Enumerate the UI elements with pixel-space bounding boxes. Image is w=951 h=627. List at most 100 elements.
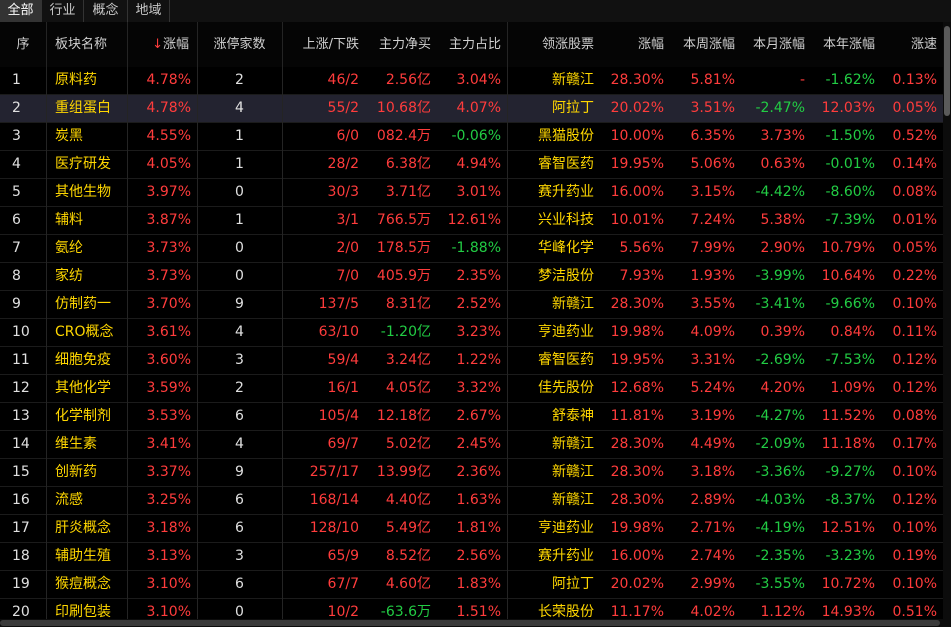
cell-week-change: 1.93% [690,268,735,284]
horizontal-scrollbar[interactable] [0,619,943,627]
table-row[interactable]: 4 医疗研发 4.05% 1 28/2 6.38亿 4.94% 睿智医药 19.95% 5.06%… [0,151,943,179]
cell-net-buy: 8.31亿 [385,296,431,312]
cell-leader-change: 16.00% [610,184,664,200]
table-row[interactable]: 19 猴痘概念 3.10% 6 67/7 4.60亿 1.83% 阿拉丁 20.02% 2.99%… [0,571,943,599]
header-main-share[interactable]: 主力占比 [437,22,507,67]
cell-speed: 0.52% [892,128,937,144]
cell-index: 7 [12,240,21,256]
cell-limit-up: 2 [235,72,244,88]
table-row[interactable]: 17 肝炎概念 3.18% 6 128/10 5.49亿 1.81% 亨迪药业 19.98% 2.… [0,515,943,543]
header-leader-change[interactable]: 涨幅 [600,22,670,67]
cell-index: 3 [12,128,21,144]
cell-leader-change: 28.30% [610,492,664,508]
table-row[interactable]: 2 重组蛋白 4.78% 4 55/2 10.68亿 4.07% 阿拉丁 20.02% 3.51%… [0,95,943,123]
cell-net-buy: 2.56亿 [385,72,431,88]
cell-change-pct: 3.59% [146,380,191,396]
horizontal-scrollbar-thumb[interactable] [0,620,940,626]
cell-leading-stock: 舒泰神 [552,408,594,424]
cell-up-down: 7/0 [336,268,359,284]
cell-leading-stock: 佳先股份 [538,380,594,396]
cell-net-buy: 178.5万 [376,240,431,256]
cell-speed: 0.12% [892,380,937,396]
cell-leader-change: 12.68% [610,380,664,396]
header-week-change[interactable]: 本周涨幅 [670,22,741,67]
header-index[interactable]: 序 [0,22,46,67]
cell-week-change: 7.99% [690,240,735,256]
cell-sector-name: CRO概念 [55,324,114,340]
cell-speed: 0.22% [892,268,937,284]
table-row[interactable]: 7 氨纶 3.73% 0 2/0 178.5万 -1.88% 华峰化学 5.56% 7.99% 2.… [0,235,943,263]
table-row[interactable]: 13 化学制剂 3.53% 6 105/4 12.18亿 2.67% 舒泰神 11.81% 3.1… [0,403,943,431]
cell-index: 14 [12,436,30,452]
cell-year-change: 10.79% [821,240,875,256]
table-row[interactable]: 8 家纺 3.73% 0 7/0 405.9万 2.35% 梦洁股份 7.93% 1.93% -3.… [0,263,943,291]
header-main-net-buy[interactable]: 主力净买 [365,22,437,67]
table-row[interactable]: 18 辅助生殖 3.13% 3 65/9 8.52亿 2.56% 赛升药业 16.00% 2.74… [0,543,943,571]
scrollbar-thumb[interactable] [944,26,950,116]
cell-limit-up: 1 [235,156,244,172]
header-change-pct[interactable]: ↓涨幅 [127,22,197,67]
tab-1[interactable]: 行业 [42,0,84,22]
table-row[interactable]: 15 创新药 3.37% 9 257/17 13.99亿 2.36% 新赣江 28.30% 3.1… [0,459,943,487]
cell-net-buy: 3.24亿 [385,352,431,368]
table-row[interactable]: 16 流感 3.25% 6 168/14 4.40亿 1.63% 新赣江 28.30% 2.89%… [0,487,943,515]
cell-limit-up: 2 [235,380,244,396]
cell-week-change: 4.09% [690,324,735,340]
header-leading-stock[interactable]: 领涨股票 [507,22,600,67]
table-row[interactable]: 6 辅料 3.87% 1 3/1 766.5万 12.61% 兴业科技 10.01% 7.24% 5… [0,207,943,235]
tab-3[interactable]: 地域 [128,0,170,22]
table-row[interactable]: 14 维生素 3.41% 4 69/7 5.02亿 2.45% 新赣江 28.30% 4.49% -… [0,431,943,459]
cell-up-down: 6/0 [336,128,359,144]
header-limit-up-count[interactable]: 涨停家数 [197,22,282,67]
table-row[interactable]: 11 细胞免疫 3.60% 3 59/4 3.24亿 1.22% 睿智医药 19.95% 3.31… [0,347,943,375]
cell-index: 15 [12,464,30,480]
cell-week-change: 3.18% [690,464,735,480]
cell-index: 6 [12,212,21,228]
cell-year-change: -8.37% [825,492,875,508]
cell-sector-name: 创新药 [55,464,97,480]
cell-main-share: 2.36% [456,464,501,480]
tab-0[interactable]: 全部 [0,0,42,22]
header-up-down[interactable]: 上涨/下跌 [282,22,365,67]
cell-limit-up: 1 [235,128,244,144]
cell-main-share: 4.07% [456,100,501,116]
cell-main-share: -1.88% [451,240,501,256]
cell-sector-name: 仿制药一 [55,296,111,312]
header-change-pct-label: 涨幅 [162,37,189,52]
cell-sector-name: 其他化学 [55,380,111,396]
cell-up-down: 55/2 [327,100,359,116]
cell-limit-up: 6 [235,576,244,592]
cell-speed: 0.12% [892,492,937,508]
header-year-change[interactable]: 本年涨幅 [811,22,881,67]
cell-change-pct: 4.05% [146,156,191,172]
cell-month-change: -3.41% [755,296,805,312]
tab-2[interactable]: 概念 [84,0,128,22]
cell-up-down: 105/4 [318,408,359,424]
cell-leader-change: 19.95% [610,156,664,172]
column-divider [507,22,508,627]
table-row[interactable]: 10 CRO概念 3.61% 4 63/10 -1.20亿 3.23% 亨迪药业 19.98% 4… [0,319,943,347]
cell-year-change: -3.23% [825,548,875,564]
cell-week-change: 3.15% [690,184,735,200]
table-row[interactable]: 9 仿制药一 3.70% 9 137/5 8.31亿 2.52% 新赣江 28.30% 3.55%… [0,291,943,319]
cell-change-pct: 3.60% [146,352,191,368]
cell-net-buy: 405.9万 [376,268,431,284]
table-row[interactable]: 1 原料药 4.78% 2 46/2 2.56亿 3.04% 新赣江 28.30% 5.81% - -… [0,67,943,95]
cell-net-buy: 4.40亿 [385,492,431,508]
cell-index: 4 [12,156,21,172]
cell-main-share: 2.67% [456,408,501,424]
cell-month-change: -2.69% [755,352,805,368]
cell-up-down: 46/2 [327,72,359,88]
header-speed[interactable]: 涨速 [881,22,943,67]
cell-speed: 0.08% [892,408,937,424]
vertical-scrollbar[interactable] [943,22,951,627]
cell-net-buy: 3.71亿 [385,184,431,200]
table-row[interactable]: 3 炭黑 4.55% 1 6/0 082.4万 -0.06% 黑猫股份 10.00% 6.35% 3… [0,123,943,151]
header-sector-name[interactable]: 板块名称 [55,22,135,67]
header-month-change[interactable]: 本月涨幅 [741,22,811,67]
table-row[interactable]: 5 其他生物 3.97% 0 30/3 3.71亿 3.01% 赛升药业 16.00% 3.15%… [0,179,943,207]
cell-leading-stock: 睿智医药 [538,352,594,368]
cell-leader-change: 28.30% [610,296,664,312]
table-row[interactable]: 12 其他化学 3.59% 2 16/1 4.05亿 3.32% 佳先股份 12.68% 5.24… [0,375,943,403]
cell-main-share: 3.23% [456,324,501,340]
